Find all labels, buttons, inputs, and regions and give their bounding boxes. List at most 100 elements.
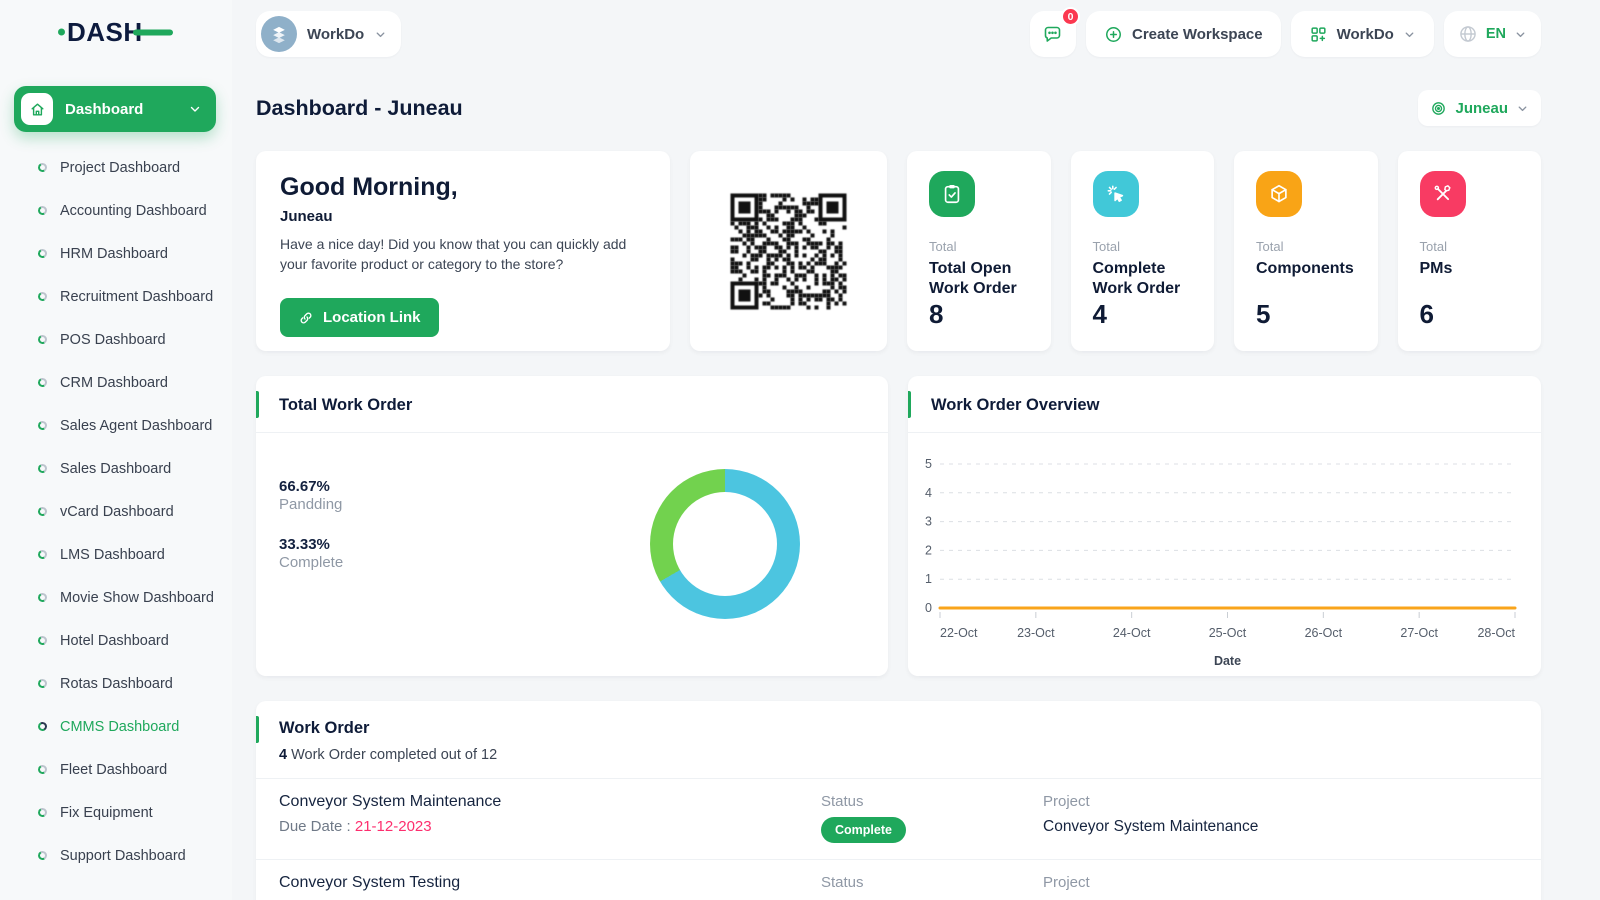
sidebar-item-recruitment-dashboard[interactable]: Recruitment Dashboard	[0, 275, 232, 318]
stat-card-components: Total Components 5	[1234, 151, 1378, 351]
chevron-down-icon	[1518, 105, 1527, 111]
top-cards-row: Good Morning, Juneau Have a nice day! Di…	[256, 151, 1541, 351]
greeting-name: Juneau	[280, 208, 333, 225]
legend-percent: 33.33%	[279, 536, 330, 553]
work-order-project-col: Project	[1043, 874, 1518, 892]
page-title: Dashboard - Juneau	[256, 95, 463, 120]
sidebar-item-label: CRM Dashboard	[60, 374, 168, 391]
svg-text:25-Oct: 25-Oct	[1209, 626, 1247, 640]
sidebar-item-movie-show-dashboard[interactable]: Movie Show Dashboard	[0, 576, 232, 619]
sidebar-item-label: Accounting Dashboard	[60, 202, 207, 219]
sidebar-item-accounting-dashboard[interactable]: Accounting Dashboard	[0, 189, 232, 232]
stat-value: 4	[1092, 299, 1107, 329]
sidebar-item-vcard-dashboard[interactable]: vCard Dashboard	[0, 490, 232, 533]
svg-text:2: 2	[925, 543, 932, 557]
total-work-order-card: Total Work Order 66.67% Pandding 33.33% Com…	[256, 376, 888, 676]
cube-icon	[1256, 171, 1302, 217]
messages-button[interactable]: 0	[1029, 7, 1080, 57]
sidebar-item-label: Sales Dashboard	[60, 460, 172, 477]
status-badge: Complete	[821, 817, 906, 843]
greeting-title: Good Morning,	[280, 173, 458, 201]
sidebar-item-sales-agent-dashboard[interactable]: Sales Agent Dashboard	[0, 404, 232, 447]
bullet-ring-icon	[36, 763, 49, 776]
bullet-ring-icon	[36, 333, 49, 346]
workspace-avatar	[261, 16, 297, 52]
location-link-button[interactable]: Location Link	[280, 298, 439, 338]
app-switcher[interactable]: WorkDo	[1290, 11, 1434, 57]
stat-name: Complete Work Order	[1092, 260, 1181, 297]
work-order-name: Conveyor System Maintenance	[279, 793, 502, 810]
location-selector[interactable]: Juneau	[1418, 90, 1541, 126]
accent-bar	[256, 716, 259, 743]
sidebar-dashboard-button[interactable]: Dashboard	[14, 86, 216, 132]
workspace-switcher[interactable]: WorkDo	[256, 11, 402, 57]
target-icon	[1432, 101, 1446, 115]
sidebar-item-crm-dashboard[interactable]: CRM Dashboard	[0, 361, 232, 404]
bullet-ring-icon	[36, 548, 49, 561]
svg-text:DASH: DASH	[67, 17, 143, 47]
stat-card-complete-work-order: Total Complete Work Order 4	[1070, 151, 1214, 351]
legend-label: Complete	[279, 554, 344, 571]
legend-percent: 66.67%	[279, 478, 330, 495]
tools-icon	[1419, 171, 1466, 217]
sidebar-item-label: Fix Equipment	[60, 804, 153, 821]
chat-bubble-icon	[1045, 26, 1061, 42]
sidebar-item-pos-dashboard[interactable]: POS Dashboard	[0, 318, 232, 361]
work-order-row[interactable]: Conveyor System Maintenance Due Date : 21…	[256, 779, 1541, 860]
sidebar-item-hrm-dashboard[interactable]: HRM Dashboard	[0, 232, 232, 275]
sidebar-item-support-dashboard[interactable]: Support Dashboard	[0, 834, 232, 877]
sidebar-item-label: Movie Show Dashboard	[60, 589, 214, 606]
donut-hole	[673, 492, 777, 596]
chevron-down-icon	[190, 106, 200, 112]
work-order-header: Work Order 4 Work Order completed out of…	[256, 701, 1541, 779]
work-order-row[interactable]: Conveyor System Testing Status Project	[256, 860, 1541, 900]
sidebar-dashboard-label: Dashboard	[65, 100, 144, 118]
bullet-ring-icon	[36, 161, 49, 174]
topbar-actions: 0 Create Workspace WorkDo EN	[1029, 7, 1541, 57]
app-switcher-label: WorkDo	[1336, 25, 1394, 43]
sidebar-item-lms-dashboard[interactable]: LMS Dashboard	[0, 533, 232, 576]
line-chart: 0 1 2 3 4 5 22-Oct 23-Oct 24-Oct 25-Oct 26-Oct 27-O…	[925, 457, 1517, 668]
page-header: Dashboard - Juneau Juneau	[256, 90, 1541, 126]
sidebar-item-rotas-dashboard[interactable]: Rotas Dashboard	[0, 662, 232, 705]
stat-name: Components	[1256, 260, 1354, 277]
stat-name: Total Open Work Order	[929, 260, 1017, 297]
stat-name: PMs	[1419, 260, 1453, 277]
donut-chart	[650, 469, 800, 619]
donut-card-title: Total Work Order	[256, 376, 888, 433]
stat-value: 6	[1419, 299, 1434, 329]
sidebar-item-label: Support Dashboard	[60, 847, 186, 864]
status-label: Status	[821, 793, 864, 810]
language-selector[interactable]: EN	[1443, 11, 1541, 57]
work-order-title: Work Order	[279, 719, 370, 737]
link-icon	[300, 312, 312, 324]
svg-text:26-Oct: 26-Oct	[1305, 626, 1343, 640]
work-order-status-col: Status	[821, 874, 1043, 892]
stat-total-label: Total	[929, 239, 957, 254]
dash-logo-icon: DASH	[58, 17, 173, 47]
sidebar-item-cmms-dashboard[interactable]: CMMS Dashboard	[0, 705, 232, 748]
sidebar-menu: Project Dashboard Accounting Dashboard HRM…	[0, 146, 232, 877]
svg-text:28-Oct: 28-Oct	[1477, 626, 1515, 640]
stat-value: 8	[929, 299, 944, 329]
app-logo[interactable]: DASH	[0, 0, 232, 64]
sidebar-item-label: Project Dashboard	[60, 159, 181, 176]
sidebar-item-sales-dashboard[interactable]: Sales Dashboard	[0, 447, 232, 490]
project-label: Project	[1043, 874, 1090, 891]
legend-entry-complete: 33.33% Complete	[279, 536, 343, 571]
sidebar-item-fix-equipment[interactable]: Fix Equipment	[0, 791, 232, 834]
bullet-ring-icon	[36, 849, 49, 862]
sidebar-item-label: LMS Dashboard	[60, 546, 165, 563]
bullet-ring-icon	[36, 204, 49, 217]
bullet-ring-icon	[36, 720, 49, 733]
sidebar-item-project-dashboard[interactable]: Project Dashboard	[0, 146, 232, 189]
sidebar-item-hotel-dashboard[interactable]: Hotel Dashboard	[0, 619, 232, 662]
bullet-ring-icon	[36, 419, 49, 432]
create-workspace-button[interactable]: Create Workspace	[1085, 11, 1281, 57]
work-order-summary: 4 Work Order completed out of 12	[279, 747, 1518, 763]
main-content: WorkDo 0 Create Workspace WorkDo EN Dash…	[232, 0, 1600, 900]
work-order-main-col: Conveyor System Testing	[279, 874, 821, 892]
sidebar-item-fleet-dashboard[interactable]: Fleet Dashboard	[0, 748, 232, 791]
accent-bar	[908, 391, 911, 418]
topbar: WorkDo 0 Create Workspace WorkDo EN	[256, 0, 1541, 64]
